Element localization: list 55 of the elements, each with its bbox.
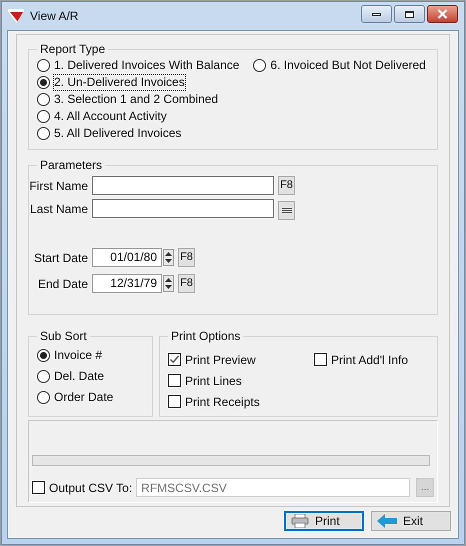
close-button[interactable] [427,5,458,23]
field-label: First Name [29,178,89,194]
radio-button[interactable] [37,76,50,89]
lookup-button[interactable]: F8 [178,274,195,293]
checkbox[interactable] [168,395,181,408]
window-title: View A/R [30,8,78,25]
checkbox[interactable] [168,353,181,366]
field-label: Last Name [29,200,89,218]
option-label: Print Add'l Info [331,352,408,368]
left-arrow-icon [377,514,397,528]
lookup-button[interactable]: F8 [278,176,295,195]
checkbox[interactable] [32,481,45,494]
exit-button[interactable]: Exit [371,511,451,531]
option-label: Print Receipts [185,394,260,410]
checkbox[interactable] [168,374,181,387]
text-field[interactable] [92,199,274,218]
option-label: Print Lines [185,372,242,390]
radio-button[interactable] [37,59,50,72]
option-label: Print Preview [185,352,256,368]
print-button[interactable]: Print [284,511,364,531]
browse-button[interactable]: ... [416,478,434,497]
date-field[interactable]: 12/31/79 [92,274,162,293]
text-field[interactable] [92,176,274,195]
radio-button[interactable] [37,370,50,383]
list-button[interactable] [278,200,295,220]
option-label: 2. Un-Delivered Invoices [54,75,185,90]
file-field[interactable]: RFMSCSV.CSV [136,478,410,497]
radio-button[interactable] [253,59,266,72]
option-label: Order Date [54,390,114,405]
radio-button[interactable] [37,110,50,123]
field-label: Start Date [32,250,89,266]
radio-button[interactable] [37,93,50,106]
printer-icon [291,514,309,528]
field-label: End Date [36,276,89,292]
option-label: 5. All Delivered Invoices [54,126,182,141]
lookup-button[interactable]: F8 [178,248,195,267]
radio-button[interactable] [37,349,50,362]
app-logo-icon [8,8,24,24]
date-field[interactable]: 01/01/80 [92,248,162,267]
spinner-icon[interactable] [163,249,174,266]
maximize-button[interactable] [394,5,425,23]
checkbox[interactable] [314,353,327,366]
minimize-button[interactable] [361,5,392,23]
spinner-icon[interactable] [163,275,174,292]
option-label: Del. Date [54,369,104,384]
field-label: Output CSV To: [49,480,132,496]
option-label: Invoice # [54,348,102,363]
group-title: Print Options [168,328,244,344]
option-label: 4. All Account Activity [54,109,167,124]
option-label: 3. Selection 1 and 2 Combined [54,92,218,107]
close-icon [437,9,448,19]
option-label: 6. Invoiced But Not Delivered [270,58,426,73]
option-label: 1. Delivered Invoices With Balance [54,58,240,73]
radio-button[interactable] [37,391,50,404]
radio-button[interactable] [37,127,50,140]
